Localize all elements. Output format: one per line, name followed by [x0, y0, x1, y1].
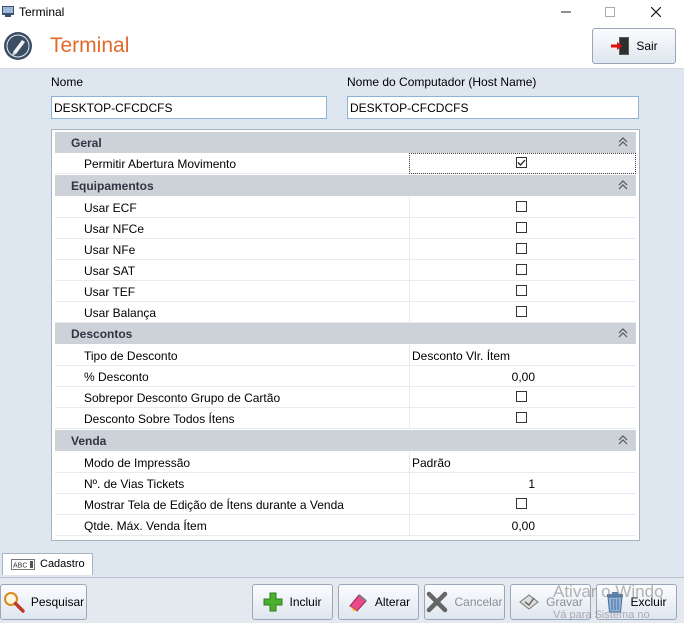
collapse-chevron-icon [618, 180, 628, 190]
checkbox-checked[interactable] [516, 157, 527, 168]
add-button[interactable]: Incluir [252, 584, 333, 620]
close-icon [651, 7, 661, 17]
page-header: Terminal Sair [0, 24, 684, 69]
name-label: Nome [51, 75, 84, 89]
tab-label: Cadastro [40, 558, 85, 570]
checkbox[interactable] [516, 498, 527, 509]
window-title: Terminal [19, 5, 65, 19]
checkbox[interactable] [516, 243, 527, 254]
checkbox[interactable] [516, 306, 527, 317]
row-mostrar-tela-edicao-itens[interactable]: Mostrar Tela de Edição de Ítens durante … [55, 494, 636, 515]
host-name-input[interactable] [347, 96, 639, 119]
exit-button[interactable]: Sair [592, 28, 676, 64]
row-permitir-abertura-movimento[interactable]: Permitir Abertura Movimento [55, 153, 636, 174]
app-logo-icon [4, 32, 32, 60]
terminal-app-icon [2, 6, 14, 17]
edit-button[interactable]: Alterar [338, 584, 419, 620]
category-label: Venda [71, 434, 107, 448]
row-label: Permitir Abertura Movimento [84, 157, 237, 171]
row-label: Tipo de Desconto [84, 349, 178, 363]
row-label: Desconto Sobre Todos Ítens [84, 412, 235, 426]
checkbox[interactable] [516, 391, 527, 402]
row-label: Nº. de Vias Tickets [84, 477, 185, 491]
row-sobrepor-desconto-grupo-cartao[interactable]: Sobrepor Desconto Grupo de Cartão [55, 387, 636, 408]
row-modo-de-impressao[interactable]: Modo de Impressão Padrão [55, 452, 636, 473]
activation-watermark: Ativar o Windo [553, 582, 664, 601]
row-label: Sobrepor Desconto Grupo de Cartão [84, 391, 281, 405]
row-desconto-sobre-todos-itens[interactable]: Desconto Sobre Todos Ítens [55, 408, 636, 429]
row-percent-desconto[interactable]: % Desconto 0,00 [55, 366, 636, 387]
row-usar-sat[interactable]: Usar SAT [55, 260, 636, 281]
activation-watermark-subtext: Vá para Sistema no [553, 609, 650, 621]
row-label: Usar NFe [84, 243, 136, 257]
collapse-chevron-icon [618, 435, 628, 445]
checkbox[interactable] [516, 201, 527, 212]
checkbox[interactable] [516, 264, 527, 275]
row-label: Usar ECF [84, 201, 137, 215]
category-descontos[interactable]: Descontos [55, 323, 636, 344]
add-label: Incluir [289, 595, 322, 609]
category-equipamentos[interactable]: Equipamentos [55, 175, 636, 196]
search-icon [3, 592, 25, 613]
name-input[interactable] [51, 96, 327, 119]
row-usar-nfce[interactable]: Usar NFCe [55, 218, 636, 239]
row-qtde-max-venda-item[interactable]: Qtde. Máx. Venda Ítem 0,00 [55, 515, 636, 536]
row-value[interactable]: Padrão [412, 456, 451, 470]
search-button[interactable]: Pesquisar [0, 584, 87, 620]
row-usar-ecf[interactable]: Usar ECF [55, 197, 636, 218]
form-icon: ABC [11, 559, 35, 570]
row-label: Usar TEF [84, 285, 136, 299]
close-window-button[interactable] [633, 2, 679, 22]
row-numero-vias-tickets[interactable]: Nº. de Vias Tickets 1 [55, 473, 636, 494]
row-usar-balanca[interactable]: Usar Balança [55, 302, 636, 323]
row-value[interactable]: 0,00 [512, 519, 535, 533]
edit-eraser-icon [349, 594, 367, 612]
row-label: Mostrar Tela de Edição de Ítens durante … [84, 498, 344, 512]
category-label: Geral [71, 136, 102, 150]
search-label: Pesquisar [30, 595, 85, 609]
category-venda[interactable]: Venda [55, 430, 636, 451]
svg-text:ABC: ABC [13, 563, 27, 570]
row-label: Usar NFCe [84, 222, 145, 236]
row-usar-nfe[interactable]: Usar NFe [55, 239, 636, 260]
category-label: Equipamentos [71, 179, 154, 193]
host-name-label: Nome do Computador (Host Name) [347, 75, 537, 89]
collapse-chevron-icon [618, 328, 628, 338]
row-label: Usar Balança [84, 306, 157, 320]
exit-door-icon [611, 37, 630, 55]
category-label: Descontos [71, 327, 133, 341]
maximize-button[interactable] [587, 2, 633, 22]
row-value[interactable]: 0,00 [512, 370, 535, 384]
window-titlebar: Terminal [0, 0, 684, 24]
checkbox[interactable] [516, 285, 527, 296]
edit-label: Alterar [374, 595, 411, 609]
row-usar-tef[interactable]: Usar TEF [55, 281, 636, 302]
save-disk-icon [519, 594, 539, 610]
row-label: Modo de Impressão [84, 456, 191, 470]
minimize-button[interactable] [543, 2, 589, 22]
checkbox[interactable] [516, 222, 527, 233]
maximize-icon [605, 7, 615, 17]
row-label: Qtde. Máx. Venda Ítem [84, 519, 207, 533]
tab-cadastro[interactable]: ABC Cadastro [2, 553, 93, 575]
property-grid: Geral Permitir Abertura Movimento Equipa… [51, 129, 640, 541]
cancel-button[interactable]: Cancelar [424, 584, 505, 620]
cancel-label: Cancelar [454, 595, 503, 609]
row-value[interactable]: Desconto Vlr. Ítem [412, 349, 510, 363]
row-value[interactable]: 1 [528, 477, 535, 491]
cancel-x-icon [427, 591, 448, 613]
checkbox[interactable] [516, 412, 527, 423]
exit-label: Sair [636, 39, 658, 53]
minimize-icon [561, 11, 571, 13]
plus-icon [263, 592, 283, 612]
collapse-chevron-icon [618, 137, 628, 147]
category-geral[interactable]: Geral [55, 132, 636, 153]
row-label: % Desconto [84, 370, 149, 384]
row-tipo-de-desconto[interactable]: Tipo de Desconto Desconto Vlr. Ítem [55, 345, 636, 366]
page-title: Terminal [50, 34, 130, 57]
row-label: Usar SAT [84, 264, 136, 278]
